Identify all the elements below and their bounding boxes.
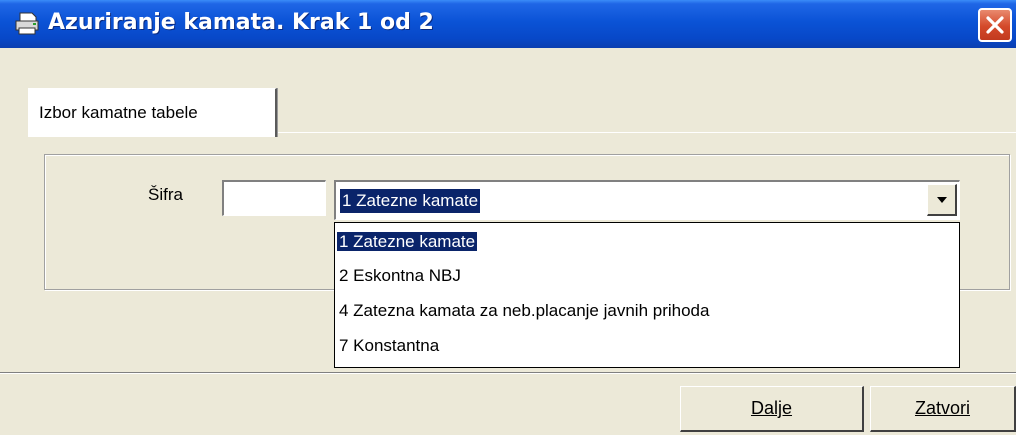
close-button[interactable]: Zatvori — [870, 386, 1016, 432]
dropdown-option[interactable]: 7 Konstantna — [339, 331, 439, 361]
printer-icon — [15, 12, 39, 35]
divider — [0, 373, 1016, 374]
dropdown-option[interactable]: 2 Eskontna NBJ — [339, 261, 461, 291]
combo-selected-value: 1 Zatezne kamate — [340, 189, 481, 213]
next-button[interactable]: Dalje — [680, 386, 864, 432]
sifra-label: Šifra — [148, 185, 183, 204]
close-icon — [986, 16, 1004, 34]
tab-izbor-kamatne-tabele[interactable]: Izbor kamatne tabele — [28, 88, 277, 137]
window-title: Azuriranje kamata. Krak 1 od 2 — [48, 10, 434, 35]
dropdown-option[interactable]: 4 Zatezna kamata za neb.placanje javnih … — [339, 296, 709, 326]
dropdown-button[interactable] — [927, 184, 957, 216]
tab-label: Izbor kamatne tabele — [39, 103, 198, 122]
title-bar[interactable]: Azuriranje kamata. Krak 1 od 2 — [0, 0, 1016, 48]
dropdown-list: 1 Zatezne kamate 2 Eskontna NBJ 4 Zatezn… — [334, 222, 960, 368]
chevron-down-icon — [937, 197, 947, 203]
sifra-input[interactable] — [222, 180, 326, 216]
dropdown-option[interactable]: 1 Zatezne kamate — [337, 227, 478, 257]
table-combobox[interactable]: 1 Zatezne kamate — [334, 180, 960, 220]
dialog-window: Azuriranje kamata. Krak 1 od 2 Izbor kam… — [0, 0, 1016, 435]
close-window-button[interactable] — [978, 8, 1012, 42]
